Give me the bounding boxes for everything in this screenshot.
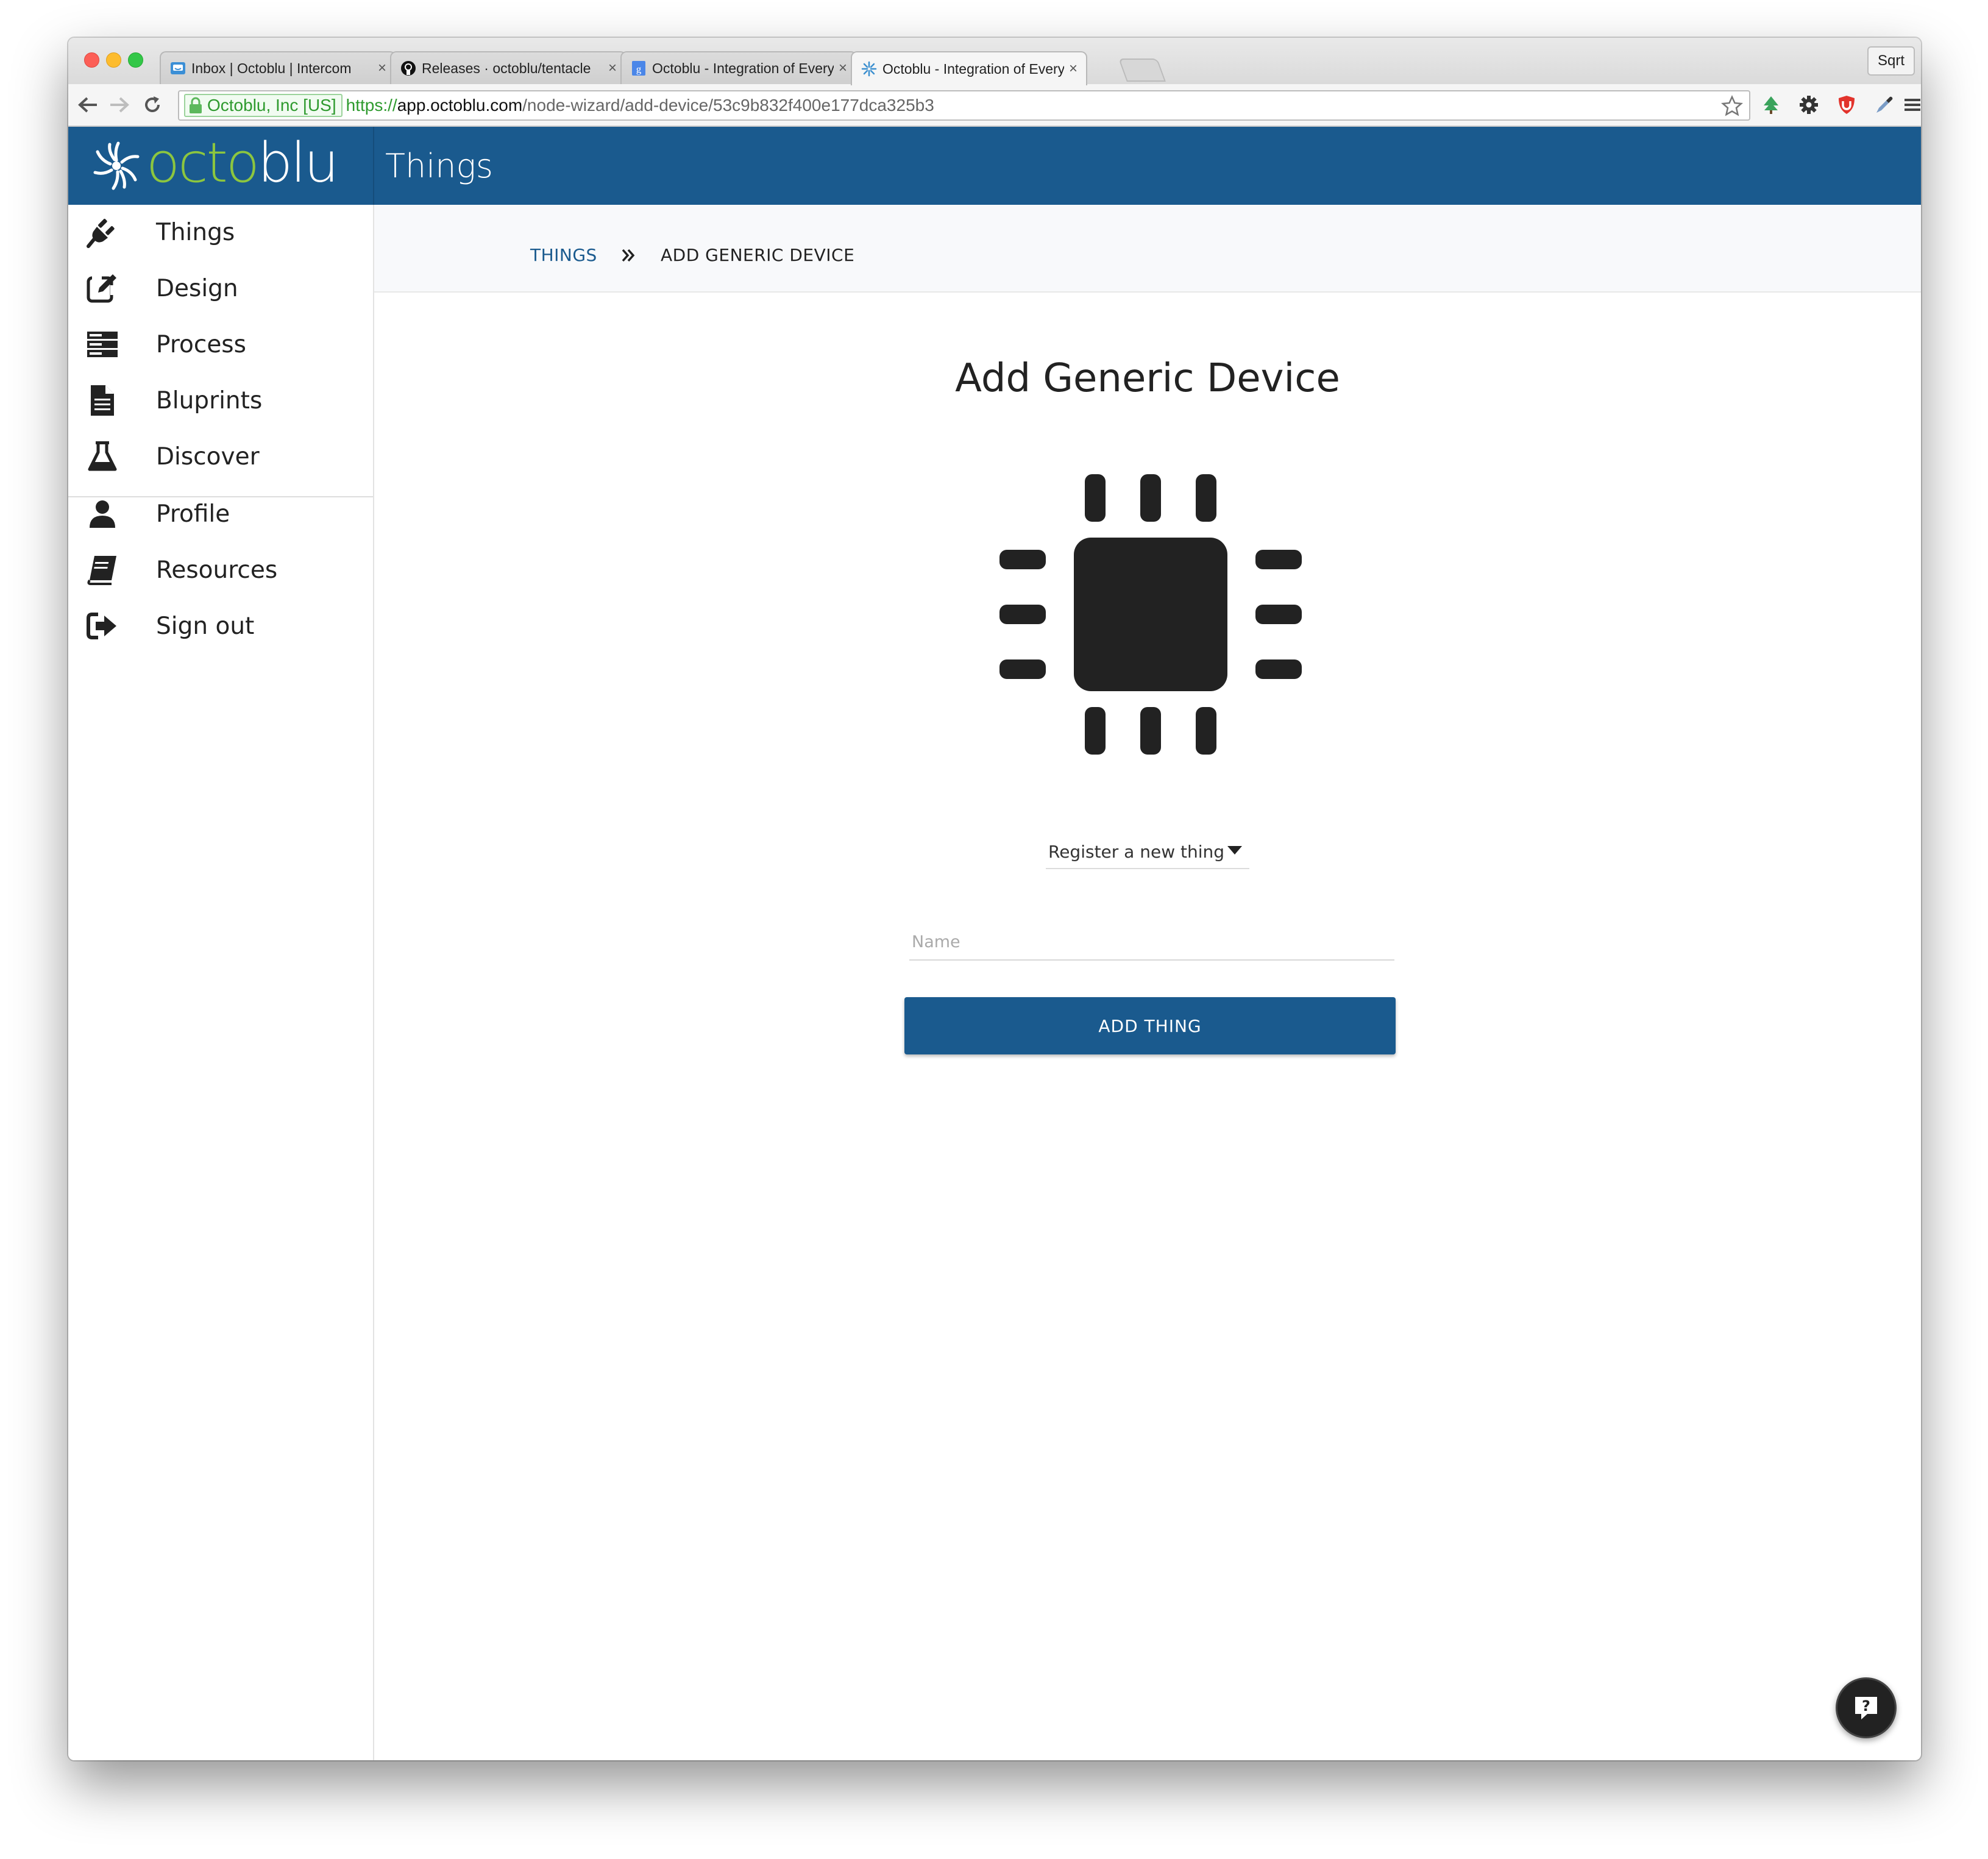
new-tab-button[interactable] [1118,59,1166,82]
tree-icon [1764,96,1778,114]
octoblu-logo[interactable]: octoblu [68,127,374,205]
close-window-button[interactable] [84,52,99,68]
sidebar-item-things[interactable]: Things [68,205,373,260]
breadcrumb-current: ADD GENERIC DEVICE [661,245,855,265]
sidebar-item-design[interactable]: Design [68,261,373,316]
github-icon [401,61,416,76]
plug-icon [85,215,119,249]
sidebar-item-sign-out[interactable]: Sign out [68,599,373,653]
sidebar-item-label: Process [156,330,246,358]
page-title: Add Generic Device [955,356,1340,401]
gear-icon [1800,96,1818,114]
document-icon [85,383,119,418]
double-chevron-right-icon [622,249,635,262]
tab-strip: Inbox | Octoblu | Intercom × Releases · … [68,38,1921,85]
sidebar: Things Design Process Bluprints Discover… [68,205,374,1760]
browser-tab-google-doc[interactable]: g Octoblu - Integration of Every × [620,51,857,84]
sidebar-item-discover[interactable]: Discover [68,429,373,484]
add-thing-button[interactable]: ADD THING [904,997,1396,1054]
caret-down-icon [1227,846,1242,855]
chip-icon [999,474,1302,755]
close-icon[interactable]: × [1069,60,1077,77]
logo-wordmark: octoblu [146,136,339,191]
close-icon[interactable]: × [378,60,386,77]
name-input[interactable] [909,924,1394,961]
octoblu-icon [861,61,877,77]
google-docs-icon: g [632,61,645,76]
shield-icon [1839,96,1855,114]
zoom-window-button[interactable] [128,52,143,68]
tab-title: Inbox | Octoblu | Intercom [191,60,352,76]
close-icon[interactable]: × [839,60,847,77]
url-path: /node-wizard/add-device/53c9b832f400e177… [522,96,934,115]
app-header: octoblu Things [68,127,1921,205]
flask-icon [85,439,119,474]
eyedropper-icon [1876,96,1893,113]
help-chat-icon: ? [1855,1697,1877,1719]
server-icon [85,327,119,361]
sidebar-item-label: Design [156,274,238,302]
back-button[interactable] [74,91,101,118]
arrow-left-icon [78,97,97,113]
book-icon [85,553,119,587]
minimize-window-button[interactable] [106,52,121,68]
browser-toolbar: Octoblu, Inc [US] https:// app.octoblu.c… [68,84,1921,127]
lock-icon [190,97,202,113]
octoblu-logo-icon [93,141,140,190]
browser-tab-octoblu-active[interactable]: Octoblu - Integration of Every × [851,51,1087,85]
intercom-icon [171,62,185,74]
sidebar-item-bluprints[interactable]: Bluprints [68,373,373,428]
profile-button[interactable]: Sqrt [1867,46,1915,76]
sidebar-item-resources[interactable]: Resources [68,542,373,597]
breadcrumb-link-things[interactable]: THINGS [530,245,597,265]
ev-label: Octoblu, Inc [US] [207,96,336,115]
user-icon [85,497,119,531]
sidebar-item-label: Bluprints [156,386,263,414]
svg-text:?: ? [1862,1697,1870,1715]
extension-ublock[interactable] [1834,93,1859,117]
chrome-menu-button[interactable] [1904,93,1921,117]
breadcrumb: THINGS ADD GENERIC DEVICE [374,205,1921,293]
sidebar-item-label: Things [156,218,235,246]
browser-tab-github[interactable]: Releases · octoblu/tentacle × [390,51,627,84]
svg-text:g: g [636,63,642,75]
sidebar-item-label: Profile [156,500,230,528]
ev-certificate-badge[interactable]: Octoblu, Inc [US] [184,94,343,117]
sidebar-item-label: Sign out [156,612,255,640]
edit-icon [85,271,119,305]
sidebar-item-label: Discover [156,443,260,471]
sidebar-item-process[interactable]: Process [68,317,373,372]
extension-eyedropper[interactable] [1872,93,1897,117]
address-bar[interactable]: Octoblu, Inc [US] https:// app.octoblu.c… [178,90,1750,121]
extension-tree[interactable] [1759,93,1783,117]
reload-button[interactable] [139,91,166,118]
registration-type-select[interactable]: Register a new thing [1046,835,1249,869]
logo-text-octo: octo [146,131,260,195]
menu-icon [1905,99,1920,111]
sign-out-icon [85,609,119,643]
reload-icon [145,96,160,112]
sidebar-item-profile[interactable]: Profile [68,486,373,541]
help-chat-button[interactable]: ? [1836,1677,1897,1738]
browser-window: Inbox | Octoblu | Intercom × Releases · … [68,38,1921,1760]
tab-title: Octoblu - Integration of Every [652,60,834,76]
browser-tab-intercom[interactable]: Inbox | Octoblu | Intercom × [160,51,396,84]
select-value: Register a new thing [1048,841,1225,862]
tab-title: Releases · octoblu/tentacle [422,60,591,76]
forward-button[interactable] [106,91,133,118]
bookmark-star-icon[interactable] [1721,95,1743,117]
header-title: Things [385,146,493,185]
arrow-right-icon [110,97,129,113]
url-host: app.octoblu.com [397,96,523,115]
url-scheme: https:// [346,96,397,115]
close-icon[interactable]: × [608,60,617,77]
extension-settings[interactable] [1797,93,1821,117]
logo-text-blu: blu [257,131,339,195]
tab-title: Octoblu - Integration of Every [882,60,1064,77]
sidebar-item-label: Resources [156,556,278,584]
